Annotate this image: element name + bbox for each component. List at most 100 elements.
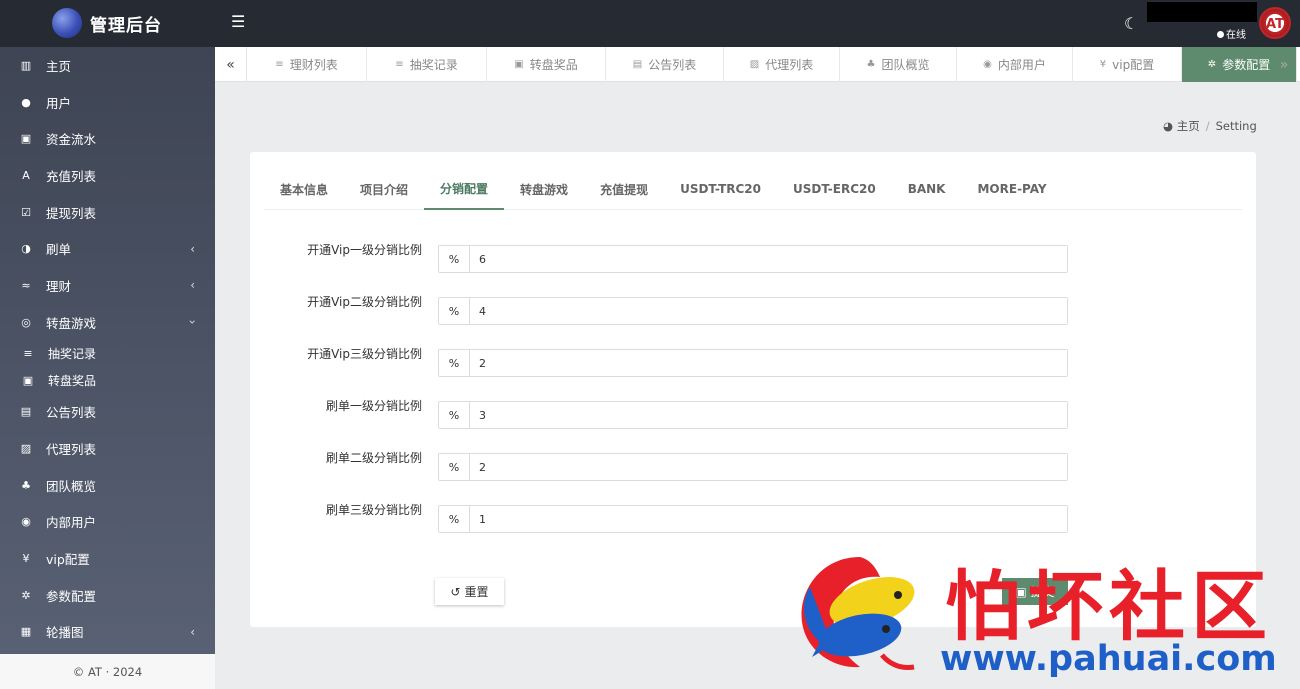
ratio-input[interactable] [470, 402, 1067, 428]
tab-5[interactable]: ♣ 团队概览 [840, 47, 957, 82]
sidebar-item-label: 公告列表 [46, 405, 97, 421]
percent-field: % [438, 453, 1068, 481]
app-title: 管理后台 [90, 16, 162, 36]
sidebar-item-7[interactable]: ◎ 转盘游戏 › [0, 304, 215, 341]
breadcrumb-home[interactable]: 主页 [1177, 119, 1200, 133]
sidebar-item-label: 主页 [46, 58, 72, 74]
avatar[interactable]: AT [1259, 7, 1291, 39]
settings-tab-5[interactable]: USDT-TRC20 [664, 168, 777, 210]
sidebar-item-3[interactable]: A 充值列表 [0, 157, 215, 194]
image-icon: ▦ [20, 625, 32, 639]
tab-4[interactable]: ▨ 代理列表 [724, 47, 840, 82]
contact-icon: ▨ [20, 442, 32, 456]
sidebar-item-15[interactable]: ✲ 参数配置 [0, 577, 215, 614]
undo-icon: ↺ [450, 585, 461, 599]
tab-7[interactable]: ¥ vip配置 [1073, 47, 1182, 82]
menu-toggle-icon[interactable]: ☰ [231, 12, 245, 31]
sidebar-item-8[interactable]: ≡ 抽奖记录 [0, 341, 215, 368]
sidebar-item-1[interactable]: ● 用户 [0, 84, 215, 121]
sidebar-item-label: 刷单 [46, 242, 72, 258]
sidebar-item-0[interactable]: ▥ 主页 [0, 47, 215, 84]
ratio-input[interactable] [470, 454, 1067, 480]
user-circle-icon: ◉ [983, 59, 992, 70]
settings-tab-4[interactable]: 充值提现 [584, 168, 664, 210]
ratio-input[interactable] [470, 506, 1067, 532]
sidebar-item-label: 内部用户 [46, 515, 97, 531]
tab-label: 公告列表 [648, 58, 697, 72]
sidebar-item-label: 提现列表 [46, 205, 97, 221]
list-icon: ≡ [275, 59, 284, 70]
sidebar-item-6[interactable]: ≈ 理财 ‹ [0, 267, 215, 304]
ratio-input[interactable] [470, 298, 1067, 324]
sidebar-item-5[interactable]: ◑ 刷单 ‹ [0, 230, 215, 267]
money-icon: ▣ [514, 59, 524, 70]
settings-tab-3[interactable]: 转盘游戏 [504, 168, 584, 210]
page-tabs-bar: « ≡ 理财列表 ≡ 抽奖记录 ▣ 转盘奖品 ▤ 公告列表 ▨ 代理列表 ♣ 团队概览 ◉ 内部用户 ¥ vi… [215, 47, 1300, 82]
settings-tab-6[interactable]: USDT-ERC20 [777, 168, 892, 210]
brand-logo-icon [52, 8, 82, 38]
settings-tab-1[interactable]: 项目介绍 [344, 168, 424, 210]
sidebar-item-label: 参数配置 [46, 588, 97, 604]
sidebar-item-10[interactable]: ▤ 公告列表 [0, 394, 215, 431]
sidebar-item-9[interactable]: ▣ 转盘奖品 [0, 367, 215, 394]
settings-tab-2[interactable]: 分销配置 [424, 168, 505, 210]
ratio-input[interactable] [470, 350, 1067, 376]
percent-field: % [438, 245, 1068, 273]
brand[interactable]: 管理后台 [0, 0, 215, 47]
field-label: 开通Vip二级分销比例 [307, 295, 422, 309]
tabs-scroll-left-icon[interactable]: « [215, 47, 247, 82]
sidebar-item-label: 抽奖记录 [48, 347, 97, 362]
username-redacted [1147, 2, 1257, 22]
tabs-scroll-right-icon[interactable]: » [1268, 47, 1300, 82]
dashboard-icon: ◕ [1163, 119, 1174, 133]
form-row: 刷单一级分销比例% [250, 399, 1256, 429]
sidebar-item-11[interactable]: ▨ 代理列表 [0, 430, 215, 467]
user-circle-icon: ◉ [21, 515, 31, 529]
tab-3[interactable]: ▤ 公告列表 [606, 47, 724, 82]
recharge-icon: A [22, 168, 30, 182]
sidebar: 管理后台 ▥ 主页 ● 用户 ▣ 资金流水 A 充值列表 ☑ 提现列表 ◑ 刷单 ‹ ≈ 理财 ‹ ◎ 转盘游戏 ›… [0, 0, 215, 689]
sidebar-item-14[interactable]: ¥ vip配置 [0, 540, 215, 577]
ratio-input[interactable] [470, 246, 1067, 272]
tab-6[interactable]: ◉ 内部用户 [957, 47, 1073, 82]
percent-addon: % [439, 402, 470, 428]
online-dot-icon [1217, 31, 1224, 38]
gears-icon: ✲ [1207, 59, 1217, 70]
watermark-url: www.pahuai.com [940, 639, 1277, 679]
sidebar-item-13[interactable]: ◉ 内部用户 [0, 504, 215, 541]
field-label: 开通Vip三级分销比例 [307, 347, 422, 361]
user-icon: ● [21, 95, 31, 109]
form-row: 开通Vip一级分销比例% [250, 243, 1256, 273]
percent-addon: % [439, 506, 470, 532]
settings-tab-7[interactable]: BANK [892, 168, 962, 210]
tab-1[interactable]: ≡ 抽奖记录 [367, 47, 487, 82]
chevron-left-icon: ‹ [190, 241, 195, 256]
sidebar-item-label: 用户 [46, 95, 72, 111]
reset-button[interactable]: ↺ 重置 [435, 578, 504, 605]
chevron-down-icon: › [185, 319, 200, 325]
settings-tab-0[interactable]: 基本信息 [264, 168, 344, 210]
sidebar-item-12[interactable]: ♣ 团队概览 [0, 467, 215, 504]
dark-mode-icon[interactable]: ☾ [1124, 14, 1138, 33]
page-tabs: ≡ 理财列表 ≡ 抽奖记录 ▣ 转盘奖品 ▤ 公告列表 ▨ 代理列表 ♣ 团队概览 ◉ 内部用户 ¥ vip配… [247, 47, 1297, 82]
form-row: 刷单三级分销比例% [250, 503, 1256, 533]
sidebar-item-2[interactable]: ▣ 资金流水 [0, 120, 215, 157]
file-icon: ▤ [632, 59, 643, 70]
field-label: 刷单二级分销比例 [325, 451, 422, 465]
settings-tab-8[interactable]: MORE-PAY [961, 168, 1062, 210]
tab-2[interactable]: ▣ 转盘奖品 [487, 47, 606, 82]
half-circle-icon: ◑ [21, 242, 31, 256]
tab-label: 抽奖记录 [409, 58, 458, 72]
field-label: 刷单一级分销比例 [325, 399, 422, 413]
breadcrumb-current: Setting [1215, 119, 1257, 133]
sidebar-menu: ▥ 主页 ● 用户 ▣ 资金流水 A 充值列表 ☑ 提现列表 ◑ 刷单 ‹ ≈ 理财 ‹ ◎ 转盘游戏 › ≡ 抽奖记录… [0, 47, 215, 650]
sidebar-item-16[interactable]: ▦ 轮播图 ‹ [0, 614, 215, 651]
percent-field: % [438, 401, 1068, 429]
form-row: 开通Vip二级分销比例% [250, 295, 1256, 325]
online-label: 在线 [1226, 30, 1246, 41]
sidebar-item-label: 理财 [46, 278, 72, 294]
tab-label: 团队概览 [881, 58, 930, 72]
tab-label: vip配置 [1112, 58, 1155, 72]
tab-0[interactable]: ≡ 理财列表 [247, 47, 367, 82]
sidebar-item-4[interactable]: ☑ 提现列表 [0, 194, 215, 231]
